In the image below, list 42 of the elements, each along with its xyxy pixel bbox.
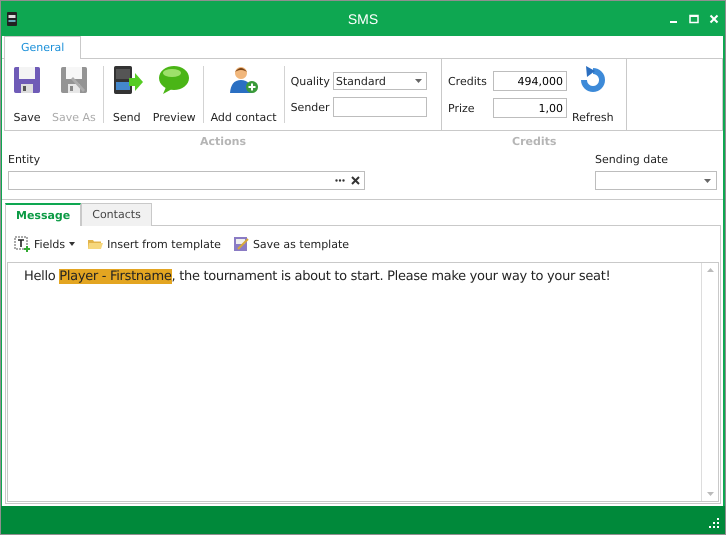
credits-label: Prize [448, 102, 476, 114]
text-field-icon [14, 236, 30, 252]
toolbar-button[interactable]: Fields [14, 236, 76, 252]
refresh-button[interactable]: Refresh [569, 63, 617, 126]
sender-field[interactable] [332, 97, 427, 117]
template-icon [232, 236, 249, 252]
clear-icon [351, 176, 360, 185]
more-icon [335, 179, 345, 182]
credits-label: Credits [448, 74, 488, 88]
credits-field[interactable]: 494,000 [493, 71, 567, 91]
maximize-icon[interactable] [689, 14, 699, 24]
toolbar-button[interactable]: Save as template [232, 236, 350, 252]
scroll-down-icon [706, 492, 714, 496]
speech-bubble-icon [158, 65, 190, 95]
toolbar-button[interactable]: Insert from template [87, 237, 221, 251]
group-label: Actions [200, 135, 246, 148]
quality-label: Quality [290, 74, 330, 88]
caret-icon [414, 79, 422, 83]
entity-field[interactable] [8, 171, 365, 190]
sending-date-field[interactable] [595, 171, 717, 190]
group-label: Credits [512, 135, 556, 148]
resize-grip-icon [709, 518, 720, 529]
credits-field[interactable]: 1,00 [493, 98, 567, 118]
window-title: SMS [346, 10, 380, 26]
ribbon-button[interactable]: Save [9, 63, 45, 126]
entity-label: Entity [8, 153, 42, 166]
person-add-icon [228, 65, 260, 95]
tab[interactable]: Message [5, 203, 82, 226]
close-icon[interactable] [709, 14, 719, 24]
folder-icon [87, 237, 104, 251]
ribbon-button[interactable]: Preview [150, 63, 199, 126]
caret-icon [69, 242, 76, 246]
caret-icon [704, 178, 711, 182]
scroll-up-icon [706, 268, 714, 272]
sender-label: Sender [290, 100, 330, 114]
tab[interactable]: Contacts [81, 203, 152, 226]
phone-icon [7, 12, 17, 26]
ribbon-button[interactable]: Add contact [208, 63, 280, 126]
sending-date-label: Sending date [595, 153, 670, 166]
ribbon-tab[interactable]: General [4, 36, 82, 59]
ribbon-button[interactable]: Send [108, 63, 146, 126]
quality-dropdown[interactable]: Standard [332, 72, 427, 90]
